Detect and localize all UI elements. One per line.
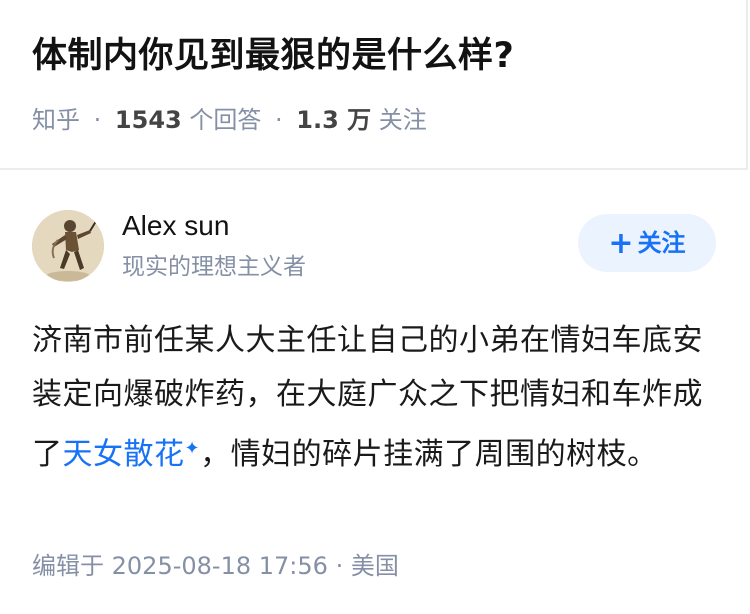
author-name[interactable]: Alex sun bbox=[122, 206, 229, 246]
answer-content[interactable]: 济南市前任某人大主任让自己的小弟在情妇车底安装定向爆破炸药，在大庭广众之下把情妇… bbox=[32, 314, 718, 482]
search-link[interactable]: 天女散花 bbox=[63, 437, 185, 472]
question-card[interactable]: 体制内你见到最狠的是什么样? 知乎 · 1543 个回答 · 1.3 万 关注 bbox=[0, 0, 748, 170]
follow-button[interactable]: + 关注 bbox=[578, 214, 716, 272]
sparkle-icon: ✦ bbox=[184, 438, 201, 459]
follower-count: 1.3 万 bbox=[296, 106, 372, 134]
location-separator: · bbox=[335, 552, 344, 580]
author-avatar[interactable] bbox=[32, 210, 104, 282]
edited-time: 2025-08-18 17:56 bbox=[111, 552, 328, 580]
answer-count: 1543 bbox=[114, 106, 182, 134]
section-gap bbox=[0, 170, 750, 188]
author-bio: 现实的理想主义者 bbox=[122, 254, 306, 280]
follow-button-label: 关注 bbox=[637, 229, 686, 257]
meta-separator: · bbox=[275, 106, 283, 134]
answer-footer: 编辑于 2025-08-18 17:56 · 美国 bbox=[32, 548, 399, 584]
answer-count-unit: 个回答 bbox=[189, 106, 262, 134]
edited-label: 编辑于 bbox=[32, 552, 104, 580]
question-title[interactable]: 体制内你见到最狠的是什么样? bbox=[32, 30, 514, 82]
answer-text: ，情妇的碎片挂满了周围的树枝。 bbox=[200, 437, 658, 472]
meta-separator: · bbox=[93, 106, 102, 134]
plus-icon: + bbox=[608, 226, 634, 261]
avatar-figure-icon bbox=[32, 210, 104, 282]
source-label: 知乎 bbox=[32, 106, 80, 134]
ip-location: 美国 bbox=[350, 552, 399, 580]
zhihu-page: 体制内你见到最狠的是什么样? 知乎 · 1543 个回答 · 1.3 万 关注 bbox=[0, 0, 750, 614]
follower-count-unit: 关注 bbox=[378, 106, 427, 134]
answer-card: Alex sun 现实的理想主义者 + 关注 济南市前任某人大主任让自己的小弟在情… bbox=[0, 188, 750, 614]
question-meta: 知乎 · 1543 个回答 · 1.3 万 关注 bbox=[32, 102, 427, 138]
